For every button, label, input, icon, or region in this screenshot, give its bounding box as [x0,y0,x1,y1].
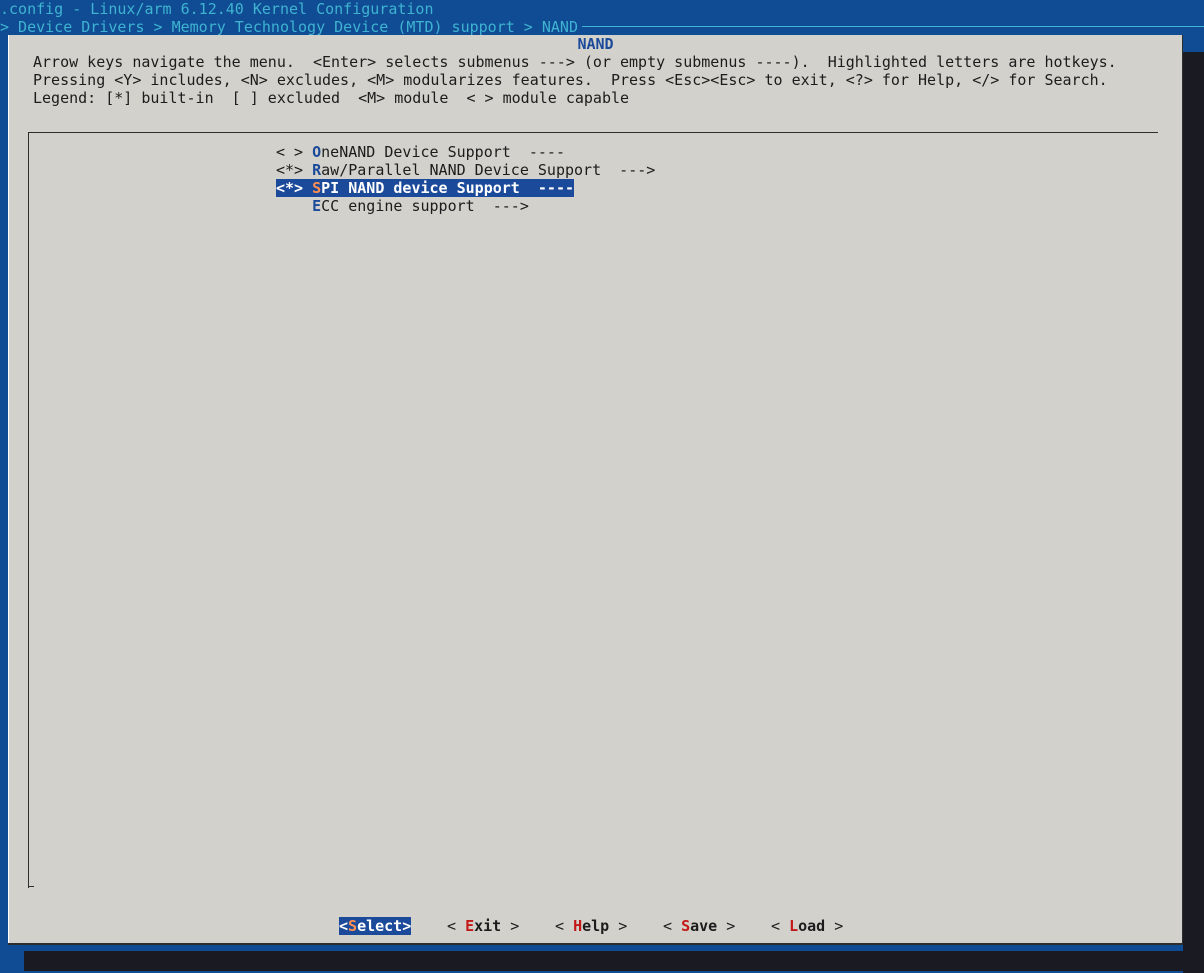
item-hotkey: O [312,143,322,161]
button-hotkey: E [465,917,475,935]
dialog-border-bottom [8,943,1183,945]
item-state: <*> [276,161,313,179]
item-hotkey: S [312,179,322,197]
menu-item-ecc-engine[interactable]: ECC engine support ---> [276,197,529,215]
item-state: <*> [276,179,313,197]
button-hotkey: S [681,917,691,935]
button-hotkey: H [573,917,583,935]
item-label: neNAND Device Support ---- [321,143,565,161]
item-hotkey: E [312,197,322,215]
menu-item-spi-nand[interactable]: <*> SPI NAND device Support ---- [276,179,575,197]
dialog-border-left [8,35,9,945]
terminal-screen: .config - Linux/arm 6.12.40 Kernel Confi… [0,0,1204,973]
save-button[interactable]: < Save > [663,917,735,935]
window-title: .config - Linux/arm 6.12.40 Kernel Confi… [0,0,434,18]
menu-item-raw-parallel-nand[interactable]: <*> Raw/Parallel NAND Device Support ---… [276,161,655,179]
breadcrumb: > Device Drivers > Memory Technology Dev… [0,18,578,36]
help-text-line: Pressing <Y> includes, <N> excludes, <M>… [33,71,1108,89]
dialog-shadow-right [1183,52,1204,973]
menu-box-corner [28,886,34,887]
dialog-title: NAND [577,35,614,53]
exit-button[interactable]: < Exit > [447,917,519,935]
help-button[interactable]: < Help > [555,917,627,935]
item-state [276,197,312,215]
button-hotkey: S [348,917,358,935]
menu-list-box [28,132,1158,888]
help-text-line: Legend: [*] built-in [ ] excluded <M> mo… [33,89,630,107]
breadcrumb-rule [582,26,1204,27]
dialog-shadow-bottom [24,951,1194,971]
button-hotkey: L [789,917,799,935]
menu-item-onenand[interactable]: < > OneNAND Device Support ---- [276,143,565,161]
button-bar: <Select> < Exit > < Help > < Save > < Lo… [0,917,1204,935]
item-hotkey: R [312,161,322,179]
select-button[interactable]: <Select> [339,917,412,935]
help-text-line: Arrow keys navigate the menu. <Enter> se… [33,53,1117,71]
item-label: CC engine support ---> [321,197,529,215]
load-button[interactable]: < Load > [771,917,843,935]
item-state: < > [276,143,313,161]
dialog-border-right [1182,35,1183,945]
item-label: aw/Parallel NAND Device Support ---> [321,161,656,179]
item-label: PI NAND device Support ---- [321,179,575,197]
